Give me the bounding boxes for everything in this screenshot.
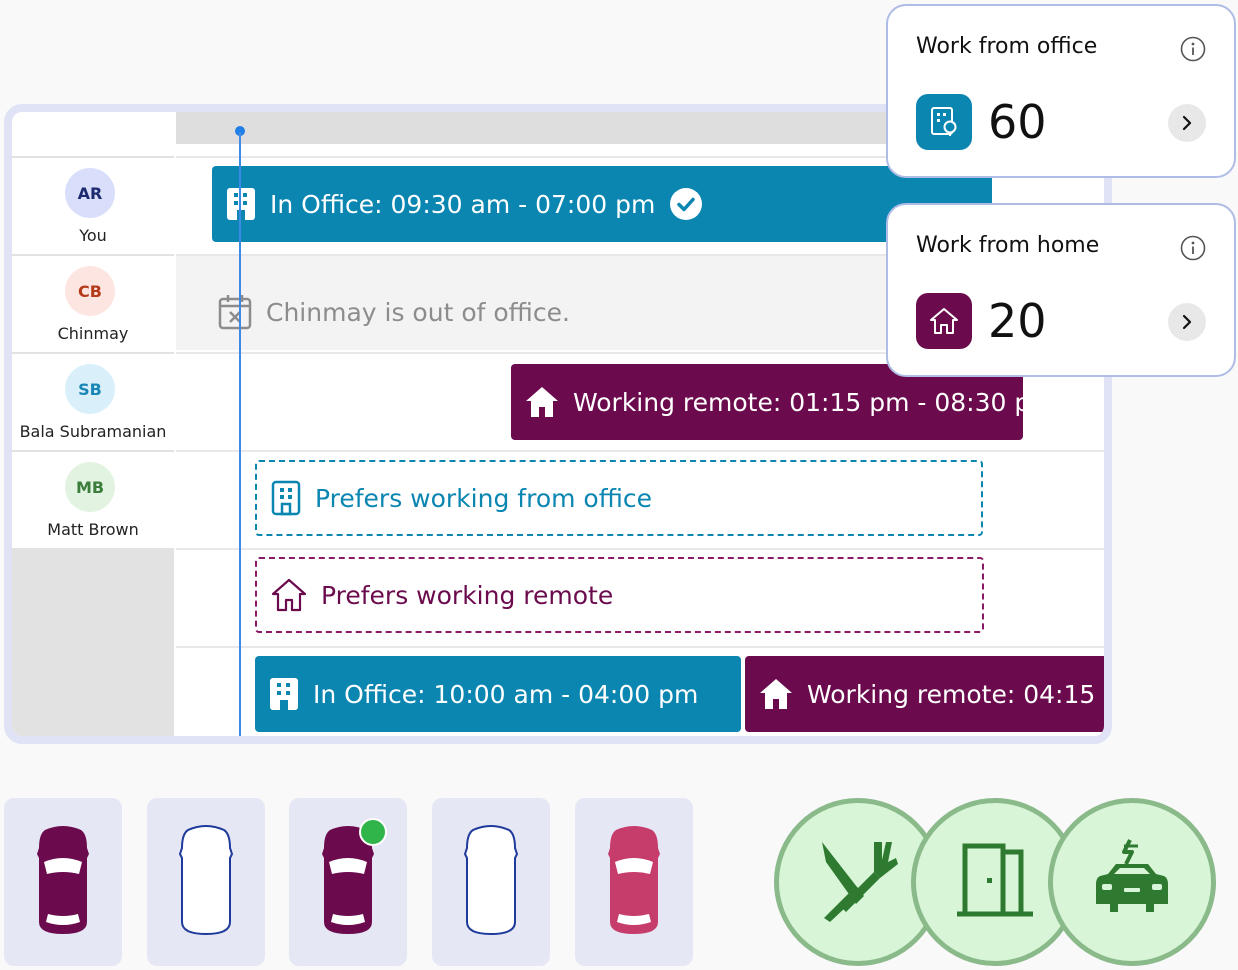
schedule-panel: AR You CB Chinmay SB Bala Subramanian MB… bbox=[4, 104, 1112, 744]
prefers-office-label: Prefers working from office bbox=[315, 483, 652, 513]
parking-spot-occupied[interactable] bbox=[575, 798, 693, 966]
working-remote-block[interactable]: Working remote: 04:15 pm bbox=[745, 656, 1112, 732]
person-name: Matt Brown bbox=[47, 520, 139, 539]
in-office-block[interactable]: In Office: 10:00 am - 04:00 pm bbox=[255, 656, 741, 732]
parking-spot-empty[interactable] bbox=[147, 798, 265, 966]
car-icon bbox=[602, 824, 666, 940]
home-icon bbox=[525, 386, 559, 418]
person-name: You bbox=[79, 226, 107, 245]
chevron-right-icon[interactable] bbox=[1168, 104, 1206, 142]
office-building-icon bbox=[226, 187, 256, 221]
office-building-icon bbox=[916, 94, 972, 150]
card-value: 20 bbox=[988, 294, 1047, 348]
card-title: Work from office bbox=[916, 34, 1098, 59]
home-icon bbox=[759, 678, 793, 710]
calendar-cancel-icon bbox=[218, 294, 252, 330]
office-building-outline-icon bbox=[271, 480, 301, 516]
person-row-bala[interactable]: SB Bala Subramanian bbox=[12, 354, 174, 450]
avatar: MB bbox=[65, 462, 115, 512]
car-outline-icon bbox=[174, 824, 238, 940]
person-row-chinmay[interactable]: CB Chinmay bbox=[12, 256, 174, 352]
chevron-right-icon[interactable] bbox=[1168, 303, 1206, 341]
in-office-label: In Office: 10:00 am - 04:00 pm bbox=[313, 679, 699, 709]
current-time-line bbox=[239, 132, 241, 736]
person-name: Chinmay bbox=[57, 324, 129, 343]
info-icon[interactable] bbox=[1180, 235, 1206, 265]
out-of-office-message: Chinmay is out of office. bbox=[218, 294, 570, 330]
parking-spot-occupied[interactable] bbox=[289, 798, 407, 966]
ev-car-icon bbox=[1090, 838, 1174, 926]
home-icon bbox=[916, 293, 972, 349]
avatar: AR bbox=[65, 168, 115, 218]
work-from-home-card[interactable]: Work from home 20 bbox=[886, 203, 1236, 377]
available-status-dot bbox=[359, 818, 387, 846]
parking-spot-empty[interactable] bbox=[432, 798, 550, 966]
restaurant-icon bbox=[816, 838, 900, 926]
card-value: 60 bbox=[988, 95, 1047, 149]
prefers-office-block[interactable]: Prefers working from office bbox=[255, 460, 983, 536]
avatar: SB bbox=[65, 364, 115, 414]
avatar: CB bbox=[65, 266, 115, 316]
out-of-office-label: Chinmay is out of office. bbox=[266, 297, 570, 327]
car-outline-icon bbox=[459, 824, 523, 940]
car-icon bbox=[31, 824, 95, 940]
working-remote-label: Working remote: 04:15 pm bbox=[807, 679, 1112, 709]
in-office-label: In Office: 09:30 am - 07:00 pm bbox=[270, 189, 656, 219]
amenity-ev-charging[interactable] bbox=[1048, 798, 1216, 966]
office-building-icon bbox=[269, 677, 299, 711]
home-outline-icon bbox=[271, 578, 307, 612]
parking-spot-occupied[interactable] bbox=[4, 798, 122, 966]
people-column: AR You CB Chinmay SB Bala Subramanian MB… bbox=[12, 112, 174, 736]
person-name: Bala Subramanian bbox=[19, 422, 167, 441]
prefers-remote-block[interactable]: Prefers working remote bbox=[255, 557, 984, 633]
check-circle-icon bbox=[669, 187, 703, 221]
person-row-you[interactable]: AR You bbox=[12, 158, 174, 254]
info-icon[interactable] bbox=[1180, 36, 1206, 66]
prefers-remote-label: Prefers working remote bbox=[321, 580, 614, 610]
card-title: Work from home bbox=[916, 233, 1100, 258]
person-row-matt[interactable]: MB Matt Brown bbox=[12, 452, 174, 548]
door-icon bbox=[955, 840, 1035, 924]
people-header bbox=[12, 112, 174, 156]
work-from-office-card[interactable]: Work from office 60 bbox=[886, 4, 1236, 178]
in-office-block[interactable]: In Office: 09:30 am - 07:00 pm bbox=[212, 166, 992, 242]
working-remote-label: Working remote: 01:15 pm - 08:30 pm bbox=[573, 387, 1023, 417]
